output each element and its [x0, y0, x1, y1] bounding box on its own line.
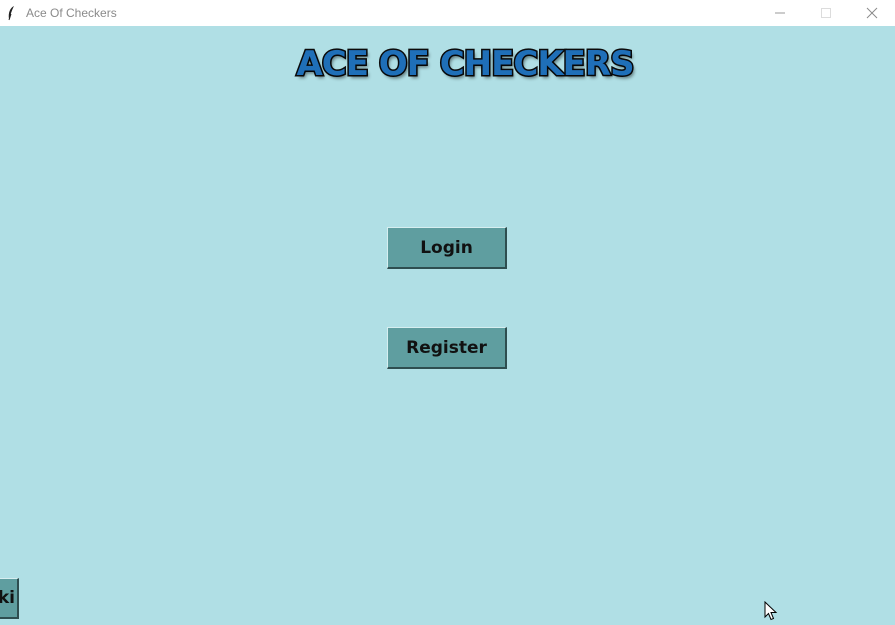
- logo: ACE OF CHECKERS: [0, 43, 895, 86]
- close-icon: [866, 7, 878, 19]
- minimize-button[interactable]: [757, 0, 803, 26]
- maximize-button[interactable]: [803, 0, 849, 26]
- maximize-icon: [821, 8, 831, 18]
- login-button[interactable]: Login: [387, 227, 507, 269]
- title-bar[interactable]: Ace Of Checkers: [0, 0, 895, 26]
- logo-text: ACE OF CHECKERS: [295, 43, 636, 86]
- close-button[interactable]: [849, 0, 895, 26]
- main-window: ACE OF CHECKERS Login Register ki: [0, 26, 895, 625]
- window-controls: [757, 0, 895, 26]
- window-title: Ace Of Checkers: [26, 6, 117, 20]
- feather-icon: [6, 5, 20, 21]
- register-button[interactable]: Register: [387, 327, 507, 369]
- mouse-cursor-icon: [764, 600, 778, 625]
- minimize-icon: [775, 12, 785, 14]
- corner-button[interactable]: ki: [0, 578, 19, 619]
- corner-button-label: ki: [0, 588, 15, 608]
